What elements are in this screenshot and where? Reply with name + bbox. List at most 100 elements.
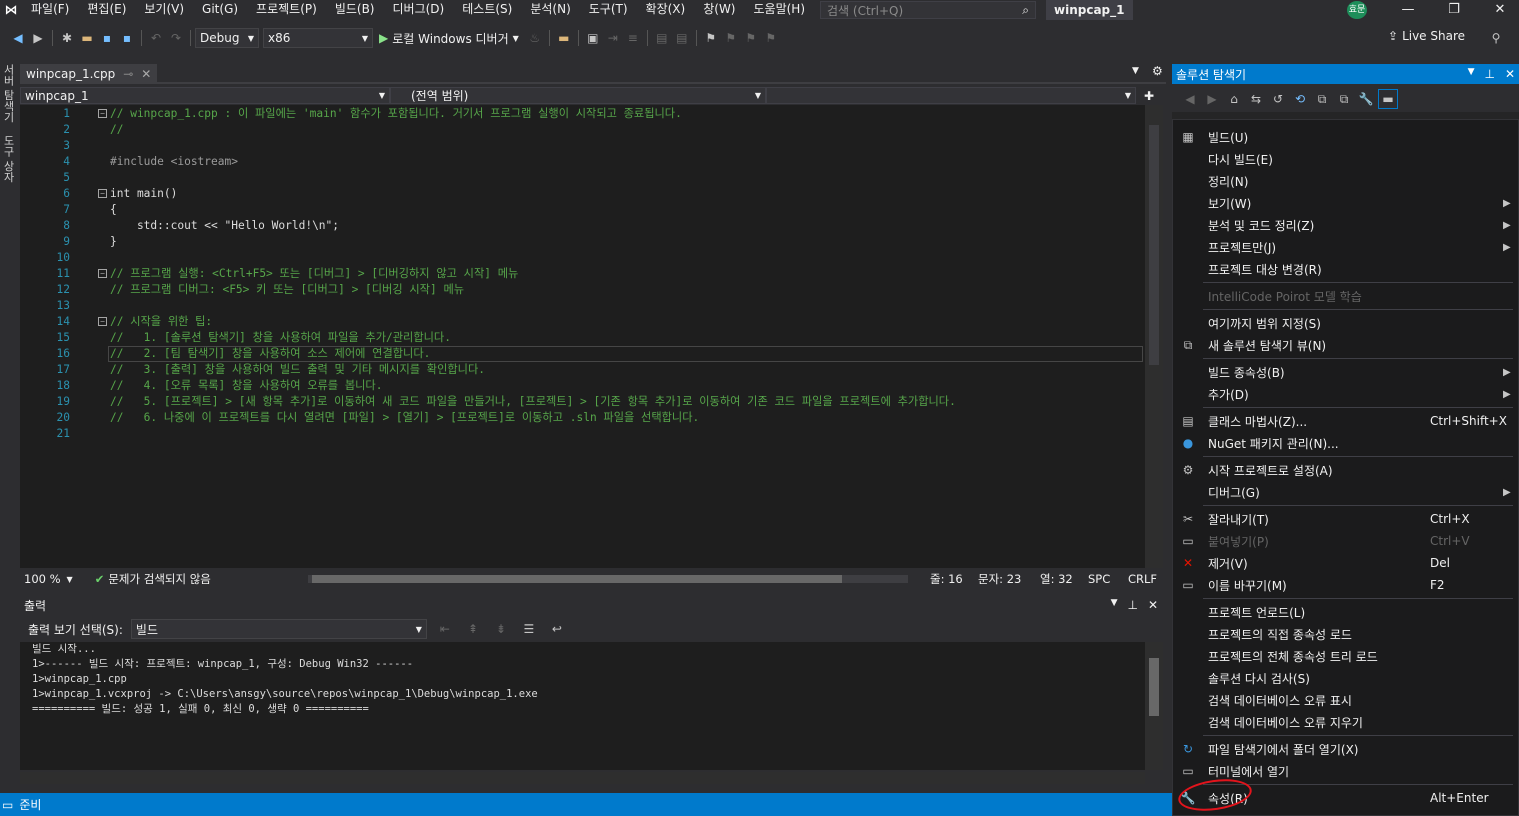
split-icon[interactable]: ✚ <box>1144 89 1154 103</box>
wrench-icon[interactable]: 🔧 <box>1356 89 1376 109</box>
back-icon[interactable]: ◀ <box>1180 89 1200 109</box>
output-horizontal-scrollbar[interactable] <box>20 772 1145 784</box>
zoom-level[interactable]: 100 % <box>24 572 61 586</box>
scrollbar-thumb[interactable] <box>1149 658 1159 716</box>
output-source-dropdown[interactable]: 빌드 ▼ <box>130 619 427 639</box>
context-menu-item[interactable]: 보기(W) ▶ <box>1173 192 1518 214</box>
bookmark-next-icon[interactable]: ⚑ <box>741 28 761 48</box>
forward-icon[interactable]: ▶ <box>28 28 48 48</box>
back-icon[interactable]: ◀ <box>8 28 28 48</box>
context-menu-item[interactable]: 검색 데이터베이스 오류 지우기 <box>1173 711 1518 733</box>
context-menu-item[interactable]: 프로젝트 대상 변경(R) <box>1173 258 1518 280</box>
global-scope-dropdown[interactable]: (전역 범위) ▼ <box>390 87 766 104</box>
history-icon[interactable]: ↺ <box>1268 89 1288 109</box>
context-menu-item[interactable]: 분석 및 코드 정리(Z) ▶ <box>1173 214 1518 236</box>
configuration-dropdown[interactable]: Debug ▼ <box>195 28 259 48</box>
avatar[interactable]: 효문 <box>1347 1 1367 19</box>
menu-help[interactable]: 도움말(H) <box>745 0 815 20</box>
menu-view[interactable]: 보기(V) <box>135 0 193 20</box>
undo-icon[interactable]: ↶ <box>146 28 166 48</box>
code-editor[interactable]: 1−// winpcap_1.cpp : 이 파일에는 'main' 함수가 포… <box>20 105 1145 568</box>
context-menu-item[interactable]: 프로젝트의 직접 종속성 로드 <box>1173 623 1518 645</box>
menu-git[interactable]: Git(G) <box>193 0 247 20</box>
context-menu-item[interactable]: ⚙ 시작 프로젝트로 설정(A) <box>1173 459 1518 481</box>
line-ending-indicator[interactable]: CRLF <box>1128 572 1157 586</box>
switch-views-icon[interactable]: ⇆ <box>1246 89 1266 109</box>
fold-toggle-icon[interactable]: − <box>98 317 107 326</box>
bookmark-prev-icon[interactable]: ⚑ <box>721 28 741 48</box>
context-menu-item[interactable]: ✂ 잘라내기(T) Ctrl+X <box>1173 508 1518 530</box>
pin-icon[interactable]: ⊥ <box>1484 67 1494 81</box>
minimize-button[interactable]: — <box>1388 0 1428 20</box>
pin-icon[interactable]: ⊥ <box>1127 598 1137 612</box>
show-all-files-icon[interactable]: ⧉ <box>1334 89 1354 109</box>
context-menu-item[interactable]: ▦ 빌드(U) <box>1173 126 1518 148</box>
next-message-icon[interactable]: ⇟ <box>491 619 511 639</box>
whitespace-indicator[interactable]: SPC <box>1088 572 1110 586</box>
collapse-all-icon[interactable]: ⧉ <box>1312 89 1332 109</box>
scrollbar-thumb[interactable] <box>312 575 842 583</box>
uncomment-icon[interactable]: ▤ <box>672 28 692 48</box>
scrollbar-thumb[interactable] <box>1149 125 1159 365</box>
forward-icon[interactable]: ▶ <box>1202 89 1222 109</box>
prev-message-icon[interactable]: ⇞ <box>463 619 483 639</box>
search-input[interactable]: 검색 (Ctrl+Q) ⌕ <box>820 1 1037 19</box>
gear-icon[interactable]: ⚙ <box>1152 64 1163 78</box>
context-menu-item[interactable]: ▤ 클래스 마법사(Z)... Ctrl+Shift+X <box>1173 410 1518 432</box>
menu-analyze[interactable]: 분석(N) <box>521 0 579 20</box>
context-menu-item[interactable]: ⧉ 새 솔루션 탐색기 뷰(N) <box>1173 334 1518 356</box>
context-menu-item[interactable]: 추가(D) ▶ <box>1173 383 1518 405</box>
tab-winpcap-cpp[interactable]: winpcap_1.cpp ⊸ ✕ <box>20 64 158 84</box>
context-menu-item[interactable]: 프로젝트만(J) ▶ <box>1173 236 1518 258</box>
menu-window[interactable]: 창(W) <box>694 0 744 20</box>
chevron-down-icon[interactable]: ▼ <box>1468 67 1475 81</box>
output-text[interactable]: 빌드 시작... 1>------ 빌드 시작: 프로젝트: winpcap_1… <box>20 642 1145 770</box>
bookmark-clear-icon[interactable]: ⚑ <box>761 28 781 48</box>
pin-icon[interactable]: ⊸ <box>123 67 133 81</box>
feedback-icon[interactable]: ⚲ <box>1486 28 1506 48</box>
find-message-icon[interactable]: ⇤ <box>435 619 455 639</box>
context-menu-item[interactable]: ▭ 이름 바꾸기(M) F2 <box>1173 574 1518 596</box>
close-icon[interactable]: ✕ <box>1148 598 1158 612</box>
fire-icon[interactable]: ♨ <box>525 28 545 48</box>
tab-server-explorer[interactable]: 서버 탐색기 <box>0 58 16 129</box>
fold-toggle-icon[interactable]: − <box>98 269 107 278</box>
context-menu-item[interactable]: 검색 데이터베이스 오류 표시 <box>1173 689 1518 711</box>
fold-toggle-icon[interactable]: − <box>98 189 107 198</box>
new-project-icon[interactable]: ✱ <box>57 28 77 48</box>
context-menu-item[interactable]: ✕ 제거(V) Del <box>1173 552 1518 574</box>
tab-toolbox[interactable]: 도구 상자 <box>0 129 16 189</box>
redo-icon[interactable]: ↷ <box>166 28 186 48</box>
home-icon[interactable]: ⌂ <box>1224 89 1244 109</box>
menu-extensions[interactable]: 확장(X) <box>637 0 695 20</box>
editor-vertical-scrollbar[interactable] <box>1145 105 1163 568</box>
platform-dropdown[interactable]: x86 ▼ <box>263 28 373 48</box>
open-folder-icon[interactable]: ▬ <box>77 28 97 48</box>
context-menu-item[interactable]: 빌드 종속성(B) ▶ <box>1173 361 1518 383</box>
context-menu-item[interactable]: 프로젝트의 전체 종속성 트리 로드 <box>1173 645 1518 667</box>
project-scope-dropdown[interactable]: winpcap_1 ▼ <box>20 87 390 104</box>
editor-horizontal-scrollbar[interactable] <box>308 575 908 583</box>
save-all-icon[interactable]: ▪ <box>117 28 137 48</box>
preview-icon[interactable]: ▬ <box>1378 89 1398 109</box>
start-debugging-button[interactable]: ▶ 로컬 Windows 디버거 ▼ <box>373 30 525 47</box>
member-dropdown[interactable]: ▼ <box>766 87 1136 104</box>
close-window-button[interactable]: ✕ <box>1480 0 1519 20</box>
live-share-button[interactable]: ⇪ Live Share <box>1388 29 1465 43</box>
format-icon[interactable]: ≡ <box>623 28 643 48</box>
menu-test[interactable]: 테스트(S) <box>453 0 521 20</box>
context-menu-item[interactable]: 솔루션 다시 검사(S) <box>1173 667 1518 689</box>
word-wrap-icon[interactable]: ↩ <box>547 619 567 639</box>
fold-toggle-icon[interactable]: − <box>98 109 107 118</box>
close-icon[interactable]: ✕ <box>141 67 151 81</box>
menu-project[interactable]: 프로젝트(P) <box>247 0 326 20</box>
restore-button[interactable]: ❐ <box>1434 0 1474 20</box>
sync-icon[interactable]: ⟲ <box>1290 89 1310 109</box>
context-menu-item[interactable]: 디버그(G) ▶ <box>1173 481 1518 503</box>
output-vertical-scrollbar[interactable] <box>1145 642 1163 770</box>
chevron-down-icon[interactable]: ▼ <box>1111 598 1118 612</box>
issues-status[interactable]: 문제가 검색되지 않음 <box>108 571 211 587</box>
menu-debug[interactable]: 디버그(D) <box>384 0 454 20</box>
close-icon[interactable]: ✕ <box>1505 67 1515 81</box>
context-menu-item[interactable]: ↻ 파일 탐색기에서 폴더 열기(X) <box>1173 738 1518 760</box>
